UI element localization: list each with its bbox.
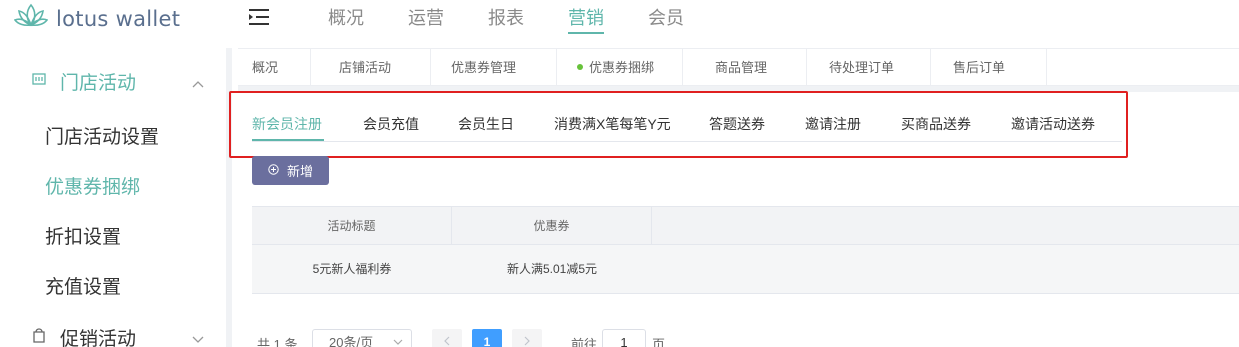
tabs-divider [252, 141, 1122, 142]
page-number-current[interactable]: 1 [472, 329, 502, 347]
column-header-activity-title: 活动标题 [252, 207, 452, 245]
tag-coupon-management[interactable]: 优惠券管理 [431, 49, 557, 86]
tab-quiz-coupon[interactable]: 答题送券 [709, 114, 765, 134]
sidebar-item-coupon-bundle[interactable]: 优惠券捆绑 [45, 172, 140, 199]
tag-label: 商品管理 [715, 60, 768, 75]
tag-label: 售后订单 [953, 60, 1006, 75]
plus-circle-icon [268, 163, 279, 178]
tag-label: 优惠券管理 [451, 60, 517, 75]
add-button-label: 新增 [286, 164, 313, 179]
tag-overview[interactable]: 概况 [238, 49, 311, 86]
logo-text: lotus wallet [56, 6, 181, 31]
logo[interactable]: lotus wallet [13, 2, 181, 35]
pagination-total: 共 1 条 [257, 337, 298, 347]
table-row[interactable]: 5元新人福利券 新人满5.01减5元 [252, 245, 1239, 294]
tag-label: 店铺活动 [339, 60, 392, 75]
prev-page-button[interactable] [432, 329, 462, 347]
menu-collapse-icon[interactable] [248, 8, 270, 26]
top-nav: 概况 运营 报表 营销 会员 [328, 4, 728, 34]
tag-shop-activities[interactable]: 店铺活动 [311, 49, 431, 86]
sidebar-group-store-activities[interactable]: 门店活动 [32, 65, 204, 97]
sidebar-group-promotions[interactable]: 促销活动 [32, 321, 204, 347]
active-dot-icon [577, 63, 583, 70]
goto-unit-label: 页 [652, 337, 666, 347]
next-page-button[interactable] [512, 329, 542, 347]
add-button[interactable]: 新增 [252, 156, 329, 185]
column-header-coupon: 优惠券 [452, 207, 652, 245]
tab-spend-x-orders-y-yuan[interactable]: 消费满X笔每笔Y元 [554, 114, 671, 134]
store-icon [32, 72, 46, 91]
chevron-left-icon [444, 335, 450, 347]
sidebar-item-recharge-settings[interactable]: 充值设置 [45, 272, 121, 299]
chevron-down-icon [192, 331, 204, 347]
page-size-value: 20条/页 [329, 335, 374, 347]
promo-icon [32, 327, 46, 347]
tab-new-member-registration[interactable]: 新会员注册 [252, 114, 322, 134]
table-cell-activity-title: 5元新人福利券 [312, 262, 392, 276]
top-nav-operations[interactable]: 运营 [408, 4, 444, 34]
top-bar: lotus wallet 概况 运营 报表 营销 会员 [0, 0, 1239, 40]
chevron-right-icon [524, 335, 530, 347]
sidebar-item-store-activity-settings[interactable]: 门店活动设置 [45, 122, 159, 149]
tag-product-management[interactable]: 商品管理 [683, 49, 807, 86]
tag-after-sales-orders[interactable]: 售后订单 [931, 49, 1047, 86]
tag-label: 待处理订单 [829, 60, 895, 75]
top-nav-members[interactable]: 会员 [648, 4, 684, 34]
tab-member-birthday[interactable]: 会员生日 [458, 114, 514, 134]
goto-page-input[interactable]: 1 [602, 329, 646, 347]
tab-invite-activity-coupon[interactable]: 邀请活动送券 [1011, 114, 1095, 134]
tag-label: 概况 [252, 60, 279, 75]
sidebar-item-discount-settings[interactable]: 折扣设置 [45, 222, 121, 249]
tab-invite-registration[interactable]: 邀请注册 [805, 114, 861, 134]
tab-member-recharge[interactable]: 会员充值 [363, 114, 419, 134]
page-size-select[interactable]: 20条/页 [312, 329, 412, 347]
chevron-up-icon [192, 75, 204, 93]
tab-buy-product-coupon[interactable]: 买商品送券 [901, 114, 971, 134]
sidebar-group-label: 门店活动 [60, 72, 137, 94]
lotus-icon [13, 2, 49, 35]
table-cell-coupon: 新人满5.01减5元 [506, 262, 598, 276]
sidebar-group-label: 促销活动 [60, 328, 137, 347]
tag-label: 优惠券捆绑 [589, 60, 655, 75]
top-nav-marketing[interactable]: 营销 [568, 4, 604, 34]
top-nav-reports[interactable]: 报表 [488, 4, 524, 34]
tag-pending-orders[interactable]: 待处理订单 [807, 49, 931, 86]
tag-coupon-bundle[interactable]: 优惠券捆绑 [557, 49, 683, 86]
top-nav-overview[interactable]: 概况 [328, 4, 364, 34]
chevron-down-icon [393, 330, 403, 347]
table-header: 活动标题 优惠券 [252, 206, 1239, 245]
goto-label: 前往 [571, 337, 598, 347]
tags-bar: 概况 店铺活动 优惠券管理 优惠券捆绑 商品管理 待处理订单 售后订单 [238, 48, 1239, 86]
